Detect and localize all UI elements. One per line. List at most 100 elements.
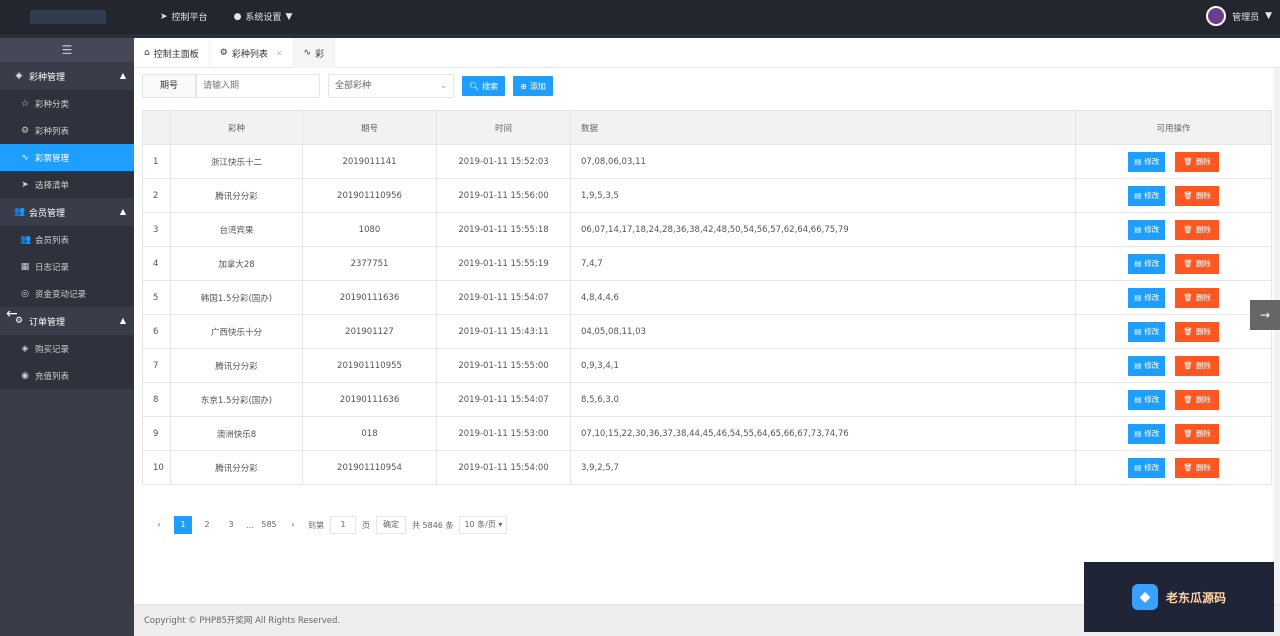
- delete-button[interactable]: 🗑︎ 删除: [1175, 355, 1219, 376]
- delete-button[interactable]: 🗑︎ 删除: [1175, 185, 1219, 206]
- next-page-button[interactable]: ›: [284, 516, 302, 534]
- row-actions: ▤ 修改 🗑︎ 删除: [1075, 348, 1272, 383]
- per-page-select[interactable]: 10 条/页 ▾: [459, 516, 508, 534]
- delete-button[interactable]: 🗑︎ 删除: [1175, 389, 1219, 410]
- sidebar-item-selection[interactable]: ➤ 选择清单: [0, 171, 134, 198]
- cube-icon: ◈: [21, 343, 29, 354]
- goto-page-input[interactable]: 1: [330, 516, 356, 534]
- users-icon: 👥: [20, 234, 32, 245]
- row-index: 8: [142, 382, 171, 417]
- delete-button[interactable]: 🗑︎ 删除: [1175, 151, 1219, 172]
- edit-button-label: 修改: [1144, 429, 1160, 438]
- trash-icon: 🗑︎: [1183, 157, 1193, 166]
- tab-dashboard[interactable]: ⌂ 控制主面板: [134, 38, 210, 68]
- filter-bar: 期号 全部彩种 ⌄ 🔍︎ 搜索 ⊕ 添加: [142, 74, 553, 98]
- sidebar-item-lottery-category[interactable]: ☆ 彩种分类: [0, 90, 134, 117]
- row-issue: 201901110954: [302, 450, 437, 485]
- row-lottery-name: 腾讯分分彩: [170, 178, 303, 213]
- top-nav-label: 系统设置: [245, 13, 282, 23]
- row-lottery-name: 东京1.5分彩(国办): [170, 382, 303, 417]
- row-time: 2019-01-11 15:54:00: [436, 450, 571, 485]
- edit-button-label: 修改: [1144, 361, 1160, 370]
- tab-lottery-list[interactable]: ⚙ 彩种列表 ✕: [210, 38, 294, 68]
- edit-button[interactable]: ▤ 修改: [1128, 185, 1166, 206]
- sidebar-group-lottery[interactable]: ◈ 彩种管理 ▲: [0, 62, 134, 90]
- main-area: ⌂ 控制主面板 ⚙ 彩种列表 ✕ ∿ 彩 期号 全部彩种 ⌄ 🔍︎ 搜索 ⊕: [134, 38, 1280, 636]
- search-button[interactable]: 🔍︎ 搜索: [462, 76, 506, 96]
- page-2[interactable]: 2: [198, 516, 216, 534]
- edit-button[interactable]: ▤ 修改: [1128, 355, 1166, 376]
- sidebar-item-member-list[interactable]: 👥 会员列表: [0, 226, 134, 253]
- gear-icon: ⚙: [20, 125, 30, 136]
- edit-button-label: 修改: [1144, 463, 1160, 472]
- sidebar-item-log[interactable]: ▦ 日志记录: [0, 253, 134, 280]
- tab-lottery-manage[interactable]: ∿ 彩: [293, 38, 336, 68]
- column-header-time: 时间: [436, 110, 571, 145]
- sidebar-item-label: 资金变动记录: [35, 289, 87, 300]
- delete-button[interactable]: 🗑︎ 删除: [1175, 219, 1219, 240]
- row-index: 7: [142, 348, 171, 383]
- row-index: 4: [142, 246, 171, 281]
- edit-button[interactable]: ▤ 修改: [1128, 423, 1166, 444]
- row-issue: 2019011141: [302, 144, 437, 179]
- edit-button[interactable]: ▤ 修改: [1128, 287, 1166, 308]
- delete-button[interactable]: 🗑︎ 删除: [1175, 457, 1219, 478]
- sidebar-item-fund-changes[interactable]: ◎ 资金变动记录: [0, 280, 134, 307]
- table-row: 2 腾讯分分彩 201901110956 2019-01-11 15:56:00 1,9…: [142, 178, 1272, 213]
- edit-icon: ▤: [1134, 463, 1142, 472]
- add-button[interactable]: ⊕ 添加: [513, 76, 553, 96]
- trash-icon: 🗑︎: [1183, 293, 1193, 302]
- page-last[interactable]: 585: [260, 516, 278, 534]
- row-issue: 201901110956: [302, 178, 437, 213]
- edit-button[interactable]: ▤ 修改: [1128, 219, 1166, 240]
- issue-label: 期号: [142, 74, 196, 98]
- edit-button[interactable]: ▤ 修改: [1128, 321, 1166, 342]
- column-header-issue: 期号: [302, 110, 437, 145]
- row-actions: ▤ 修改 🗑︎ 删除: [1075, 314, 1272, 349]
- page-1[interactable]: 1: [174, 516, 192, 534]
- delete-button[interactable]: 🗑︎ 删除: [1175, 321, 1219, 342]
- sidebar-item-lottery-list[interactable]: ⚙ 彩种列表: [0, 117, 134, 144]
- send-icon: ➤: [21, 179, 29, 190]
- edit-button[interactable]: ▤ 修改: [1128, 253, 1166, 274]
- delete-button-label: 删除: [1195, 361, 1211, 370]
- edit-button-label: 修改: [1144, 191, 1160, 200]
- row-data: 07,08,06,03,11: [570, 144, 1076, 179]
- arrow-right-icon[interactable]: →: [1250, 300, 1280, 330]
- arrow-left-icon[interactable]: ←: [6, 306, 18, 322]
- sidebar-item-purchases[interactable]: ◈ 购买记录: [0, 335, 134, 362]
- target-icon: ◉: [21, 370, 29, 381]
- page-3[interactable]: 3: [222, 516, 240, 534]
- sidebar-group-orders[interactable]: ⚙ 订单管理 ▲: [0, 307, 134, 335]
- sidebar-group-members[interactable]: 👥 会员管理 ▲: [0, 198, 134, 226]
- table-row: 7 腾讯分分彩 201901110955 2019-01-11 15:55:00 0,9…: [142, 348, 1272, 383]
- lottery-select[interactable]: 全部彩种 ⌄: [328, 74, 454, 98]
- sidebar-item-lottery-manage[interactable]: ∿ 彩票管理: [0, 144, 134, 171]
- close-icon[interactable]: ✕: [276, 49, 283, 58]
- edit-button[interactable]: ▤ 修改: [1128, 151, 1166, 172]
- watermark: ◆ 老东瓜源码: [1084, 562, 1274, 632]
- delete-button[interactable]: 🗑︎ 删除: [1175, 287, 1219, 308]
- issue-input[interactable]: [196, 74, 320, 98]
- prev-page-button[interactable]: ‹: [150, 516, 168, 534]
- sidebar-group-label: 订单管理: [29, 317, 66, 328]
- tab-bar: ⌂ 控制主面板 ⚙ 彩种列表 ✕ ∿ 彩: [134, 38, 1280, 68]
- top-nav-system-settings[interactable]: ● 系统设置 ▼: [234, 10, 293, 24]
- edit-button[interactable]: ▤ 修改: [1128, 457, 1166, 478]
- row-time: 2019-01-11 15:43:11: [436, 314, 571, 349]
- edit-button[interactable]: ▤ 修改: [1128, 389, 1166, 410]
- top-nav-control-platform[interactable]: ➤ 控制平台: [160, 10, 208, 24]
- delete-button[interactable]: 🗑︎ 删除: [1175, 423, 1219, 444]
- delete-button[interactable]: 🗑︎ 删除: [1175, 253, 1219, 274]
- page-ellipsis: …: [246, 520, 254, 530]
- user-menu[interactable]: 管理员 ▼: [1206, 6, 1272, 26]
- sidebar-item-recharge[interactable]: ◉ 充值列表: [0, 362, 134, 389]
- sidebar-toggle[interactable]: ☰: [0, 38, 134, 62]
- trash-icon: 🗑︎: [1183, 463, 1193, 472]
- table-row: 3 台湾宾果 1080 2019-01-11 15:55:18 06,07,14,17,…: [142, 212, 1272, 247]
- trash-icon: 🗑︎: [1183, 429, 1193, 438]
- row-actions: ▤ 修改 🗑︎ 删除: [1075, 212, 1272, 247]
- goto-label: 到第: [308, 520, 324, 530]
- goto-confirm-button[interactable]: 确定: [376, 516, 406, 534]
- column-header-lottery: 彩种: [170, 110, 303, 145]
